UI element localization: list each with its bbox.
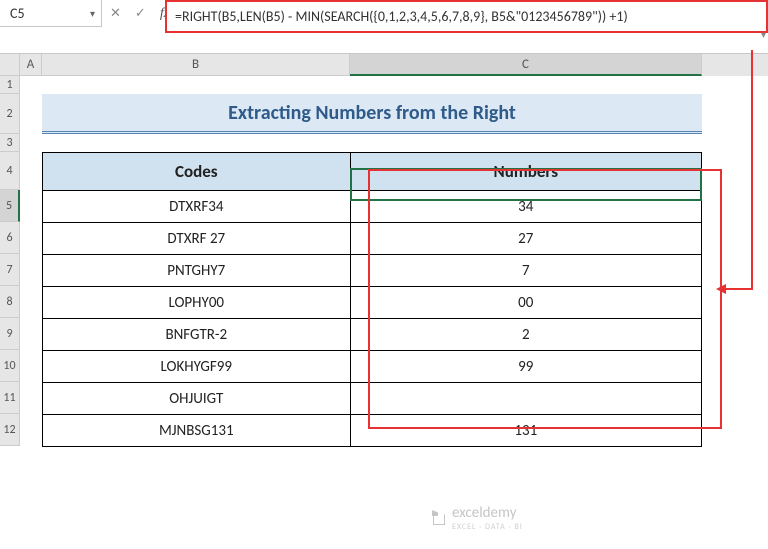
cell-num[interactable] bbox=[350, 383, 701, 415]
select-all-corner[interactable] bbox=[0, 54, 20, 76]
cell-code[interactable]: LOPHY00 bbox=[43, 287, 351, 319]
row-header[interactable]: 4 bbox=[0, 152, 20, 190]
table-row: PNTGHY77 bbox=[43, 255, 702, 287]
formula-input[interactable]: =RIGHT(B5,LEN(B5) - MIN(SEARCH({0,1,2,3,… bbox=[165, 0, 768, 33]
cell-code[interactable]: BNFGTR-2 bbox=[43, 319, 351, 351]
row-header[interactable]: 12 bbox=[0, 414, 20, 446]
row-header[interactable]: 7 bbox=[0, 254, 20, 286]
cell-code[interactable]: DTXRF34 bbox=[43, 191, 351, 223]
cell-num[interactable]: 34 bbox=[350, 191, 701, 223]
cell-code[interactable]: LOKHYGF99 bbox=[43, 351, 351, 383]
row-header[interactable]: 9 bbox=[0, 318, 20, 350]
cell-code[interactable]: MJNBSG131 bbox=[43, 415, 351, 447]
table-row: DTXRF 2727 bbox=[43, 223, 702, 255]
table-row: OHJUIGT bbox=[43, 383, 702, 415]
watermark-tag: EXCEL · DATA · BI bbox=[452, 522, 523, 532]
cell-code[interactable]: PNTGHY7 bbox=[43, 255, 351, 287]
watermark: exceldemy EXCEL · DATA · BI bbox=[430, 504, 523, 532]
row-header[interactable]: 3 bbox=[0, 134, 20, 152]
row-header[interactable]: 1 bbox=[0, 76, 20, 94]
row-header[interactable]: 2 bbox=[0, 94, 20, 134]
col-header-C[interactable]: C bbox=[350, 54, 702, 76]
formula-bar: C5 ▾ ✕ ✓ fx =RIGHT(B5,LEN(B5) - MIN(SEAR… bbox=[0, 0, 768, 54]
table-row: LOPHY0000 bbox=[43, 287, 702, 319]
row-header[interactable]: 5 bbox=[0, 190, 20, 222]
cell-code[interactable]: OHJUIGT bbox=[43, 383, 351, 415]
row-header[interactable]: 8 bbox=[0, 286, 20, 318]
cell-num[interactable]: 99 bbox=[350, 351, 701, 383]
row-headers: 1 2 3 4 5 6 7 8 9 10 11 12 bbox=[0, 76, 20, 446]
col-header-B[interactable]: B bbox=[42, 54, 350, 76]
cell-num[interactable]: 2 bbox=[350, 319, 701, 351]
chevron-down-icon[interactable]: ▾ bbox=[90, 7, 95, 20]
cell-num[interactable]: 131 bbox=[350, 415, 701, 447]
confirm-icon[interactable]: ✓ bbox=[135, 6, 146, 21]
row-header[interactable]: 11 bbox=[0, 382, 20, 414]
data-table: Codes Numbers DTXRF3434 DTXRF 2727 PNTGH… bbox=[42, 152, 702, 447]
page-title: Extracting Numbers from the Right bbox=[42, 94, 702, 134]
table-row: MJNBSG131131 bbox=[43, 415, 702, 447]
table-row: LOKHYGF9999 bbox=[43, 351, 702, 383]
name-box-value: C5 bbox=[10, 5, 25, 22]
cell-num[interactable]: 7 bbox=[350, 255, 701, 287]
column-headers: A B C bbox=[20, 54, 768, 76]
name-box[interactable]: C5 ▾ bbox=[0, 0, 102, 27]
col-header-A[interactable]: A bbox=[20, 54, 42, 76]
watermark-logo-icon bbox=[430, 509, 448, 527]
cell-num[interactable]: 00 bbox=[350, 287, 701, 319]
cell-code[interactable]: DTXRF 27 bbox=[43, 223, 351, 255]
cell-num[interactable]: 27 bbox=[350, 223, 701, 255]
watermark-brand: exceldemy bbox=[452, 504, 516, 522]
table-row: DTXRF3434 bbox=[43, 191, 702, 223]
cancel-icon[interactable]: ✕ bbox=[110, 6, 121, 21]
header-codes[interactable]: Codes bbox=[43, 153, 351, 191]
expand-formula-icon[interactable]: ▾ bbox=[761, 28, 766, 41]
row-header[interactable]: 10 bbox=[0, 350, 20, 382]
header-numbers[interactable]: Numbers bbox=[350, 153, 701, 191]
row-header[interactable]: 6 bbox=[0, 222, 20, 254]
table-row: BNFGTR-22 bbox=[43, 319, 702, 351]
